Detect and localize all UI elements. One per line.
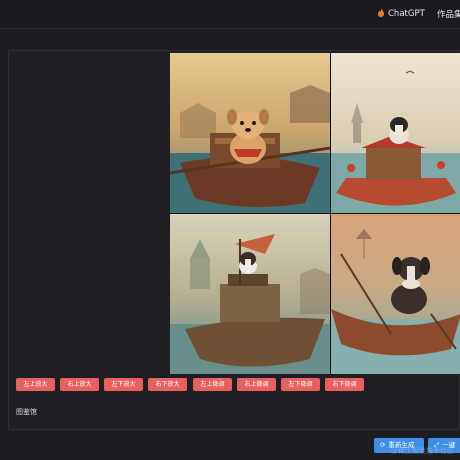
nav-chatgpt-label: ChatGPT (388, 9, 425, 19)
vary-bottom-right-button[interactable]: 右下微调 (325, 378, 364, 391)
nav-chatgpt-link[interactable]: ChatGPT (377, 8, 425, 19)
upscale-bottom-right-button[interactable]: 右下放大 (148, 378, 187, 391)
image-tile-top-left[interactable] (170, 53, 330, 213)
vary-bottom-left-button[interactable]: 左下微调 (281, 378, 320, 391)
vary-top-left-button[interactable]: 左上微调 (193, 378, 232, 391)
upscale-top-left-button[interactable]: 左上放大 (16, 378, 55, 391)
upscale-top-right-button[interactable]: 右上放大 (60, 378, 99, 391)
image-dog-boat-3 (170, 214, 330, 374)
flame-icon (378, 8, 384, 17)
image-tile-bottom-right[interactable] (331, 214, 460, 374)
history-label[interactable]: 图鉴馆 (16, 407, 37, 417)
image-dog-boat-1 (170, 53, 330, 213)
watermark: @稀土掘金技术社区 (391, 447, 454, 455)
generated-image-grid (170, 53, 460, 374)
image-tile-bottom-left[interactable] (170, 214, 330, 374)
nav-works-link[interactable]: 作品集 (437, 8, 460, 20)
vary-top-right-button[interactable]: 右上微调 (237, 378, 276, 391)
image-dog-boat-2 (331, 53, 460, 213)
image-dog-boat-4 (331, 214, 460, 374)
refresh-icon: ⟳ (380, 441, 386, 449)
upscale-bottom-left-button[interactable]: 左下放大 (104, 378, 143, 391)
top-navigation-bar: ChatGPT 作品集 (0, 0, 460, 29)
image-tile-top-right[interactable] (331, 53, 460, 213)
